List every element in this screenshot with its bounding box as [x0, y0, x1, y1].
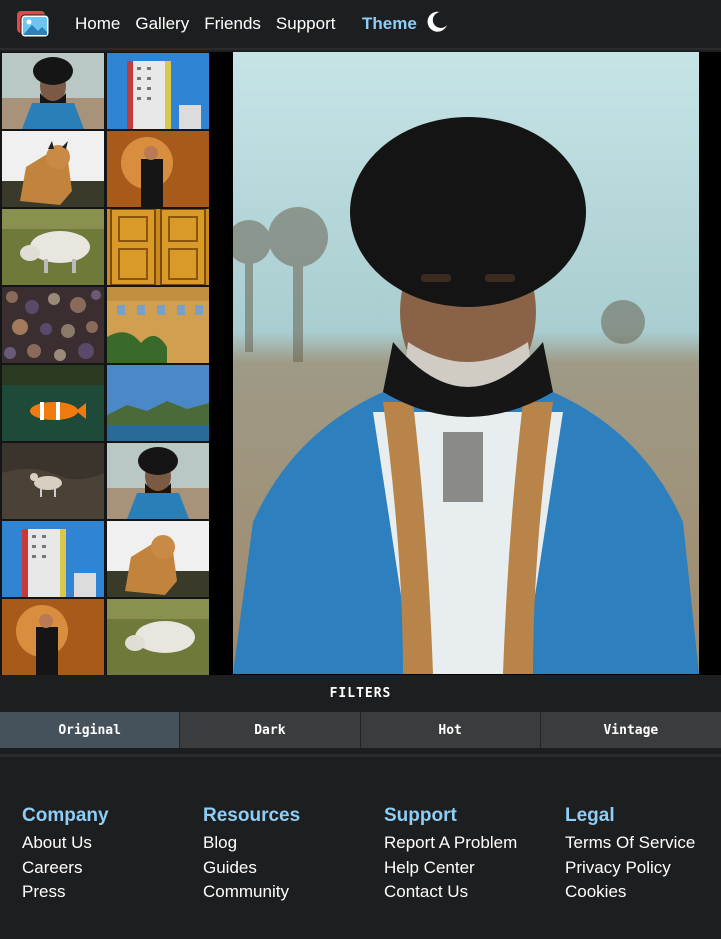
thumbnail-clownfish[interactable]	[2, 365, 104, 441]
thumbnail-lynx[interactable]	[107, 521, 209, 597]
footer-heading: Support	[384, 805, 457, 826]
nav-gallery-link[interactable]: Gallery	[135, 14, 189, 34]
theme-label: Theme	[362, 14, 417, 33]
thumbnail-elder-portrait[interactable]	[2, 53, 104, 129]
thumbnail-pebbles[interactable]	[2, 287, 104, 363]
filters-heading: FILTERS	[0, 677, 721, 711]
footer-link-privacy-policy[interactable]: Privacy Policy	[565, 856, 695, 881]
footer-link-report-a-problem[interactable]: Report A Problem	[384, 831, 517, 856]
nav-friends-link[interactable]: Friends	[204, 14, 261, 34]
footer-link-careers[interactable]: Careers	[22, 856, 109, 881]
filter-buttons: Original Dark Hot Vintage	[0, 712, 721, 748]
footer-link-about-us[interactable]: About Us	[22, 831, 109, 856]
nav-support-link[interactable]: Support	[276, 14, 336, 34]
footer-link-blog[interactable]: Blog	[203, 831, 300, 856]
thumbnail-sheep[interactable]	[2, 209, 104, 285]
footer-column-company: Company About Us Careers Press	[22, 805, 109, 905]
thumbnail-goat-on-rocks[interactable]	[2, 443, 104, 519]
thumbnail-sheep[interactable]	[107, 599, 209, 675]
thumbnail-sandstone-building[interactable]	[107, 287, 209, 363]
footer-heading: Legal	[565, 805, 615, 826]
filter-vintage-button[interactable]: Vintage	[540, 712, 721, 748]
thumbnail-wooden-doors[interactable]	[107, 209, 209, 285]
footer-link-guides[interactable]: Guides	[203, 856, 300, 881]
footer-heading: Company	[22, 805, 109, 826]
thumbnail-apartment-tower[interactable]	[107, 53, 209, 129]
selected-photo	[233, 52, 699, 674]
moon-icon[interactable]	[425, 10, 449, 34]
footer-link-contact-us[interactable]: Contact Us	[384, 880, 517, 905]
nav-home-link[interactable]: Home	[75, 14, 120, 34]
thumbnail-grid	[0, 52, 209, 675]
filter-original-button[interactable]: Original	[0, 712, 181, 748]
thumbnail-apartment-tower[interactable]	[2, 521, 104, 597]
footer-column-support: Support Report A Problem Help Center Con…	[384, 805, 517, 905]
footer: Company About Us Careers Press Resources…	[0, 757, 721, 939]
footer-link-help-center[interactable]: Help Center	[384, 856, 517, 881]
footer-column-resources: Resources Blog Guides Community	[203, 805, 300, 905]
footer-link-community[interactable]: Community	[203, 880, 300, 905]
footer-link-terms-of-service[interactable]: Terms Of Service	[565, 831, 695, 856]
filter-dark-button[interactable]: Dark	[180, 712, 361, 748]
thumbnail-mountain-lake[interactable]	[107, 365, 209, 441]
gallery-area	[0, 52, 721, 675]
thumbnail-lynx[interactable]	[2, 131, 104, 207]
footer-link-cookies[interactable]: Cookies	[565, 880, 695, 905]
thumbnail-elder-portrait[interactable]	[107, 443, 209, 519]
thumbnail-man-in-spotlight[interactable]	[2, 599, 104, 675]
footer-column-legal: Legal Terms Of Service Privacy Policy Co…	[565, 805, 695, 905]
theme-toggle[interactable]: Theme	[362, 11, 449, 34]
nav-links: Home Gallery Friends Support	[75, 14, 350, 34]
footer-link-press[interactable]: Press	[22, 880, 109, 905]
top-nav: Home Gallery Friends Support Theme	[0, 0, 721, 50]
gallery-logo-icon[interactable]	[16, 10, 50, 38]
footer-heading: Resources	[203, 805, 301, 826]
thumbnail-man-in-spotlight[interactable]	[107, 131, 209, 207]
filter-hot-button[interactable]: Hot	[360, 712, 541, 748]
